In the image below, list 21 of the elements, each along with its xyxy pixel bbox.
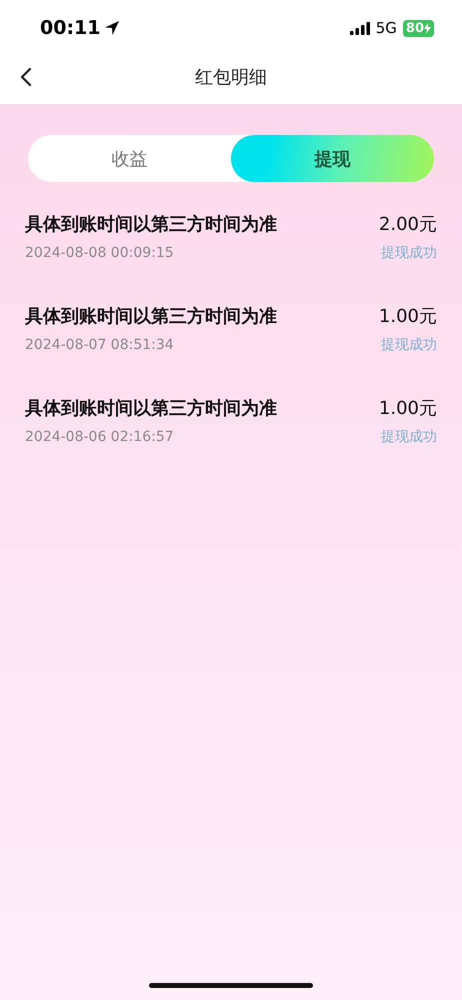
tab[interactable]: 提现 [231,135,434,182]
record-title: 具体到账时间以第三方时间为准 [25,213,277,236]
page-title: 红包明细 [195,66,267,89]
record-status: 提现成功 [381,336,437,354]
record-time: 2024-08-08 00:09:15 [25,245,174,261]
clock-time: 00:11 [40,17,100,39]
record-time: 2024-08-07 08:51:34 [25,337,174,353]
record-status: 提现成功 [381,244,437,262]
record-amount: 1.00元 [378,305,437,328]
record-time: 2024-08-06 02:16:57 [25,429,174,445]
back-icon[interactable] [20,67,32,87]
record-title: 具体到账时间以第三方时间为准 [25,305,277,328]
location-arrow-icon [104,20,120,36]
network-label: 5G [376,19,397,37]
record-amount: 2.00元 [378,213,437,236]
record-status: 提现成功 [381,428,437,446]
record-title: 具体到账时间以第三方时间为准 [25,397,277,420]
signal-icon [350,22,370,34]
record-amount: 1.00元 [378,397,437,420]
tab[interactable]: 收益 [28,135,231,182]
battery-indicator: 80 [402,20,434,36]
